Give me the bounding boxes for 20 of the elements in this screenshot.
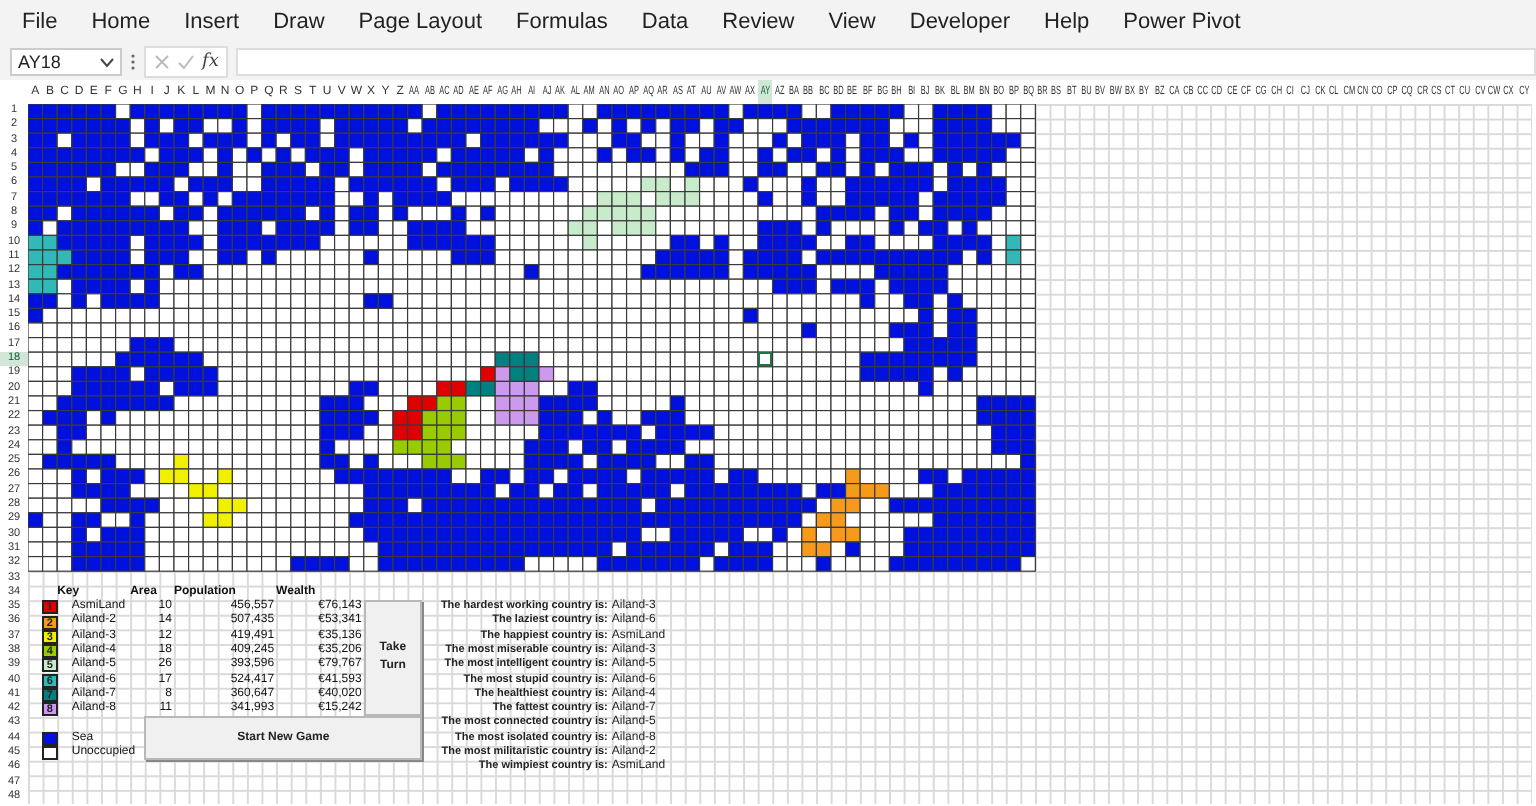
menu-tab[interactable]: Insert [184,10,240,34]
cancel-icon[interactable] [154,54,170,70]
insert-function-button[interactable]: fx [202,52,219,72]
formula-input[interactable] [236,48,1536,76]
menu-tab[interactable]: View [828,10,876,34]
menu-tab[interactable]: Draw [273,10,325,34]
selected-cell [757,352,773,367]
menu-tab[interactable]: Review [722,10,795,34]
menu-tab[interactable]: Formulas [516,10,608,34]
menu-tab[interactable]: Help [1044,10,1090,34]
menu-tab[interactable]: Page Layout [358,10,483,34]
menu-tab[interactable]: File [22,10,58,34]
more-icon[interactable] [130,52,136,72]
menu-tab[interactable]: Data [641,10,689,34]
caret-icon [100,57,114,67]
menu-tab[interactable]: Power Pivot [1123,10,1241,34]
menu-tab[interactable]: Developer [909,10,1011,34]
name-box[interactable]: AY18 [10,48,122,76]
menu-tab[interactable]: Home [91,10,151,34]
check-icon[interactable] [178,54,194,70]
